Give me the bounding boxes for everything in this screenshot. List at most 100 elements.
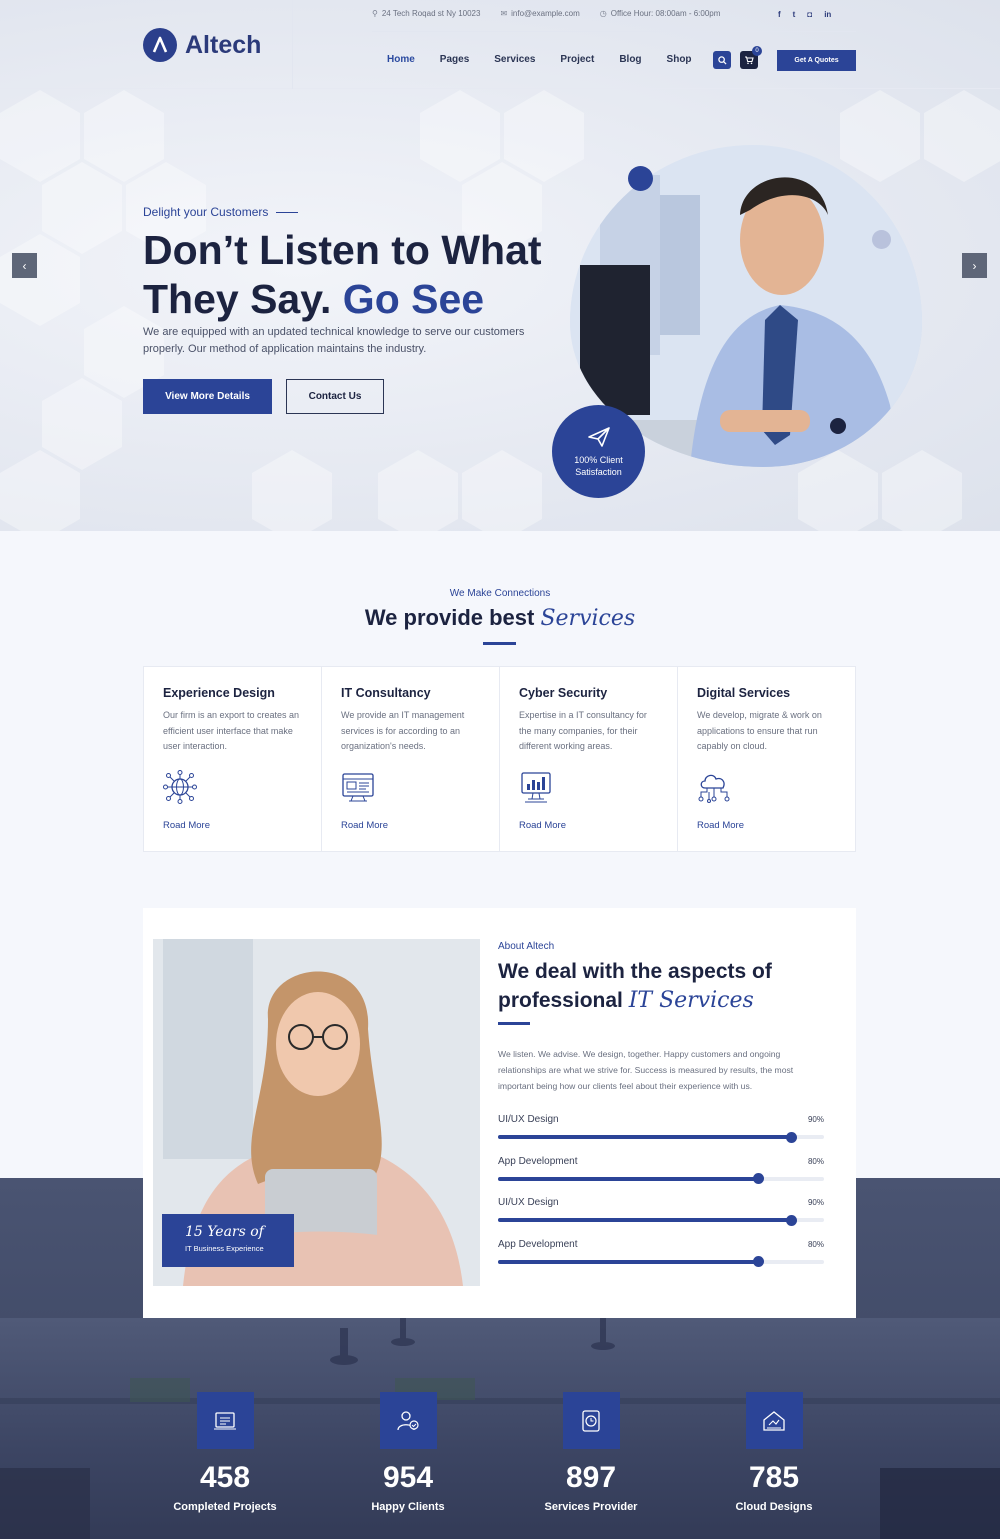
read-more-link[interactable]: Road More — [697, 820, 744, 831]
clients-icon — [379, 1392, 437, 1449]
skill-percent: 80% — [807, 1239, 824, 1249]
skill-percent: 90% — [807, 1115, 824, 1124]
services-title: We provide best Services — [0, 605, 1000, 631]
read-more-link[interactable]: Road More — [163, 820, 210, 831]
chevron-right-icon: › — [972, 258, 977, 273]
address-text: 24 Tech Roqad st Ny 10023 — [381, 9, 481, 18]
view-more-button[interactable]: View More Details — [143, 379, 272, 414]
read-more-link[interactable]: Road More — [519, 820, 566, 831]
nav-services[interactable]: Services — [494, 54, 535, 65]
clock-icon: ◷ — [599, 9, 607, 18]
skill-progress-fill — [498, 1218, 792, 1222]
nav-project[interactable]: Project — [560, 54, 594, 65]
skill-progress-fill — [498, 1259, 759, 1264]
chevron-left-icon: ‹ — [22, 258, 27, 273]
skill-progress-track — [498, 1131, 824, 1143]
topbar-divider — [372, 31, 856, 32]
slider-next-button[interactable]: › — [962, 253, 987, 278]
logo[interactable]: Altech — [143, 28, 261, 62]
read-more-link[interactable]: Road More — [341, 820, 388, 831]
hero-eyebrow-text: Delight your Customers — [143, 205, 269, 219]
skill-label: UI/UX Design — [498, 1197, 559, 1208]
cart-count-badge: 0 — [752, 46, 762, 56]
skill-progress-track — [498, 1173, 824, 1184]
about-underline — [498, 1022, 530, 1025]
instagram-icon[interactable]: ◘ — [807, 10, 812, 19]
nav-blog[interactable]: Blog — [619, 54, 641, 65]
contact-us-button[interactable]: Contact Us — [286, 379, 384, 414]
services-title-text: We provide best — [364, 605, 535, 630]
linkedin-icon[interactable]: in — [824, 10, 831, 19]
service-card: Digital Services We develop, migrate & w… — [678, 667, 855, 851]
skill-percent: 80% — [807, 1156, 824, 1166]
stat-number: 458 — [199, 1461, 251, 1494]
cloud-design-icon — [745, 1392, 803, 1449]
get-quote-button[interactable]: Get A Quotes — [777, 50, 856, 71]
cart-button[interactable]: 0 — [740, 46, 762, 69]
skill-progress-knob — [785, 1131, 797, 1143]
services-title-accent: Services — [540, 606, 636, 631]
social-links: f t ◘ in — [778, 10, 831, 19]
decor-dot — [872, 230, 891, 249]
email-text[interactable]: info@example.com — [511, 9, 580, 18]
stat-item: 458 Completed Projects — [145, 1392, 305, 1513]
cloud-network-icon — [698, 774, 730, 803]
skill-progress-track — [498, 1214, 824, 1226]
title-underline — [483, 642, 516, 645]
stat-number: 954 — [382, 1461, 434, 1494]
site-header: Altech ⚲ 24 Tech Roqad st Ny 10023 ✉ info@… — [0, 0, 1000, 89]
nav-pages[interactable]: Pages — [440, 54, 469, 65]
hero-title-accent: Go See — [342, 276, 485, 322]
services-eyebrow: We Make Connections — [449, 588, 551, 599]
projects-icon — [196, 1392, 254, 1449]
search-icon — [717, 55, 727, 65]
nav-shop[interactable]: Shop — [667, 54, 692, 65]
service-title: Digital Services — [697, 686, 791, 700]
stat-number: 785 — [748, 1461, 800, 1494]
service-title: Cyber Security — [519, 686, 608, 700]
services-cards: Experience Design Our firm is an export … — [143, 666, 856, 852]
stat-label: Cloud Designs — [735, 1501, 813, 1513]
header-divider — [292, 0, 293, 89]
monitor-chart-icon — [521, 772, 551, 803]
twitter-icon[interactable]: t — [793, 10, 796, 19]
service-text: Expertise in a IT consultancy for the ma… — [519, 710, 647, 751]
service-text: We develop, migrate & work on applicatio… — [697, 710, 822, 751]
paper-plane-icon — [587, 426, 610, 447]
about-description: We listen. We advise. We design, togethe… — [498, 1049, 794, 1091]
service-card: IT Consultancy We provide an IT manageme… — [322, 667, 500, 851]
experience-label: IT Business Experience — [185, 1244, 264, 1253]
search-button[interactable] — [713, 51, 731, 69]
office-hours-text: Office Hour: 08:00am - 6:00pm — [610, 9, 721, 18]
facebook-icon[interactable]: f — [778, 10, 781, 19]
stat-number: 897 — [565, 1461, 617, 1494]
skill-progress-knob — [785, 1214, 797, 1226]
stat-label: Happy Clients — [371, 1501, 445, 1513]
skill-progress-fill — [498, 1135, 792, 1139]
slider-prev-button[interactable]: ‹ — [12, 253, 37, 278]
service-card: Experience Design Our firm is an export … — [144, 667, 322, 851]
stat-item: 785 Cloud Designs — [694, 1392, 854, 1513]
main-nav: Home Pages Services Project Blog Shop — [387, 54, 692, 65]
network-globe-icon — [163, 770, 197, 804]
service-title: Experience Design — [163, 686, 275, 700]
hero-description: We are equipped with an updated technica… — [143, 326, 525, 355]
services-icon — [562, 1392, 620, 1449]
mail-icon: ✉ — [500, 9, 508, 18]
stat-label: Services Provider — [544, 1501, 638, 1513]
hero-title-line2: They Say. — [143, 276, 332, 322]
browser-window-icon — [342, 773, 374, 802]
hero-title: Don’t Listen to What They Say. Go See — [143, 226, 583, 324]
decor-dot — [628, 166, 653, 191]
hero-title-line1: Don’t Listen to What — [143, 227, 542, 273]
top-info-bar: ⚲ 24 Tech Roqad st Ny 10023 ✉ info@example… — [372, 9, 720, 18]
stat-item: 897 Services Provider — [511, 1392, 671, 1513]
location-pin-icon: ⚲ — [372, 9, 378, 18]
cart-icon — [745, 56, 754, 65]
skill-progress-fill — [498, 1176, 759, 1181]
brand-name: Altech — [185, 30, 262, 59]
service-title: IT Consultancy — [341, 686, 431, 700]
nav-home[interactable]: Home — [387, 54, 415, 65]
logo-a-icon — [143, 28, 177, 62]
badge-line2: Satisfaction — [575, 466, 622, 477]
